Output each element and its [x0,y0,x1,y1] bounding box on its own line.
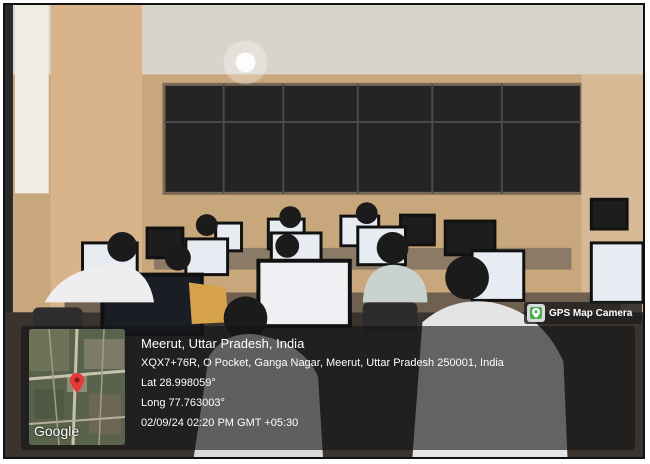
monitor [589,197,629,231]
monitor [184,237,230,277]
datetime-line: 02/09/24 02:20 PM GMT +05:30 [141,417,299,429]
student-head [355,202,378,225]
badge-label: GPS Map Camera [549,307,633,319]
address-line: XQX7+76R, O Pocket, Ganga Nagar, Meerut,… [141,357,504,369]
student-head [275,233,300,258]
gps-map-camera-badge: GPS Map Camera [524,302,642,324]
student-head [164,244,191,271]
google-logo: Google [34,423,80,439]
student-head [195,214,218,236]
left-window [14,5,49,194]
photo-frame: GPS Map Camera Google Meerut, Uttar Prad… [3,3,645,459]
monitor [256,258,352,329]
student-head [445,255,489,300]
gps-map-camera-icon [527,304,545,322]
map-thumbnail: Google [29,329,125,445]
latitude-line: Lat 28.998059° [141,377,216,389]
student-head [279,206,302,229]
location-stamp: Google Meerut, Uttar Pradesh, India XQX7… [21,326,635,450]
glass-partition [164,84,582,194]
student-head [107,231,138,262]
longitude-line: Long 77.763003° [141,397,225,409]
map-pin-icon [70,373,84,393]
location-info: Meerut, Uttar Pradesh, India XQX7+76R, O… [141,336,504,437]
monitor [589,241,643,304]
student-body [188,282,229,325]
location-title: Meerut, Uttar Pradesh, India [141,336,305,351]
student-head [376,231,409,264]
